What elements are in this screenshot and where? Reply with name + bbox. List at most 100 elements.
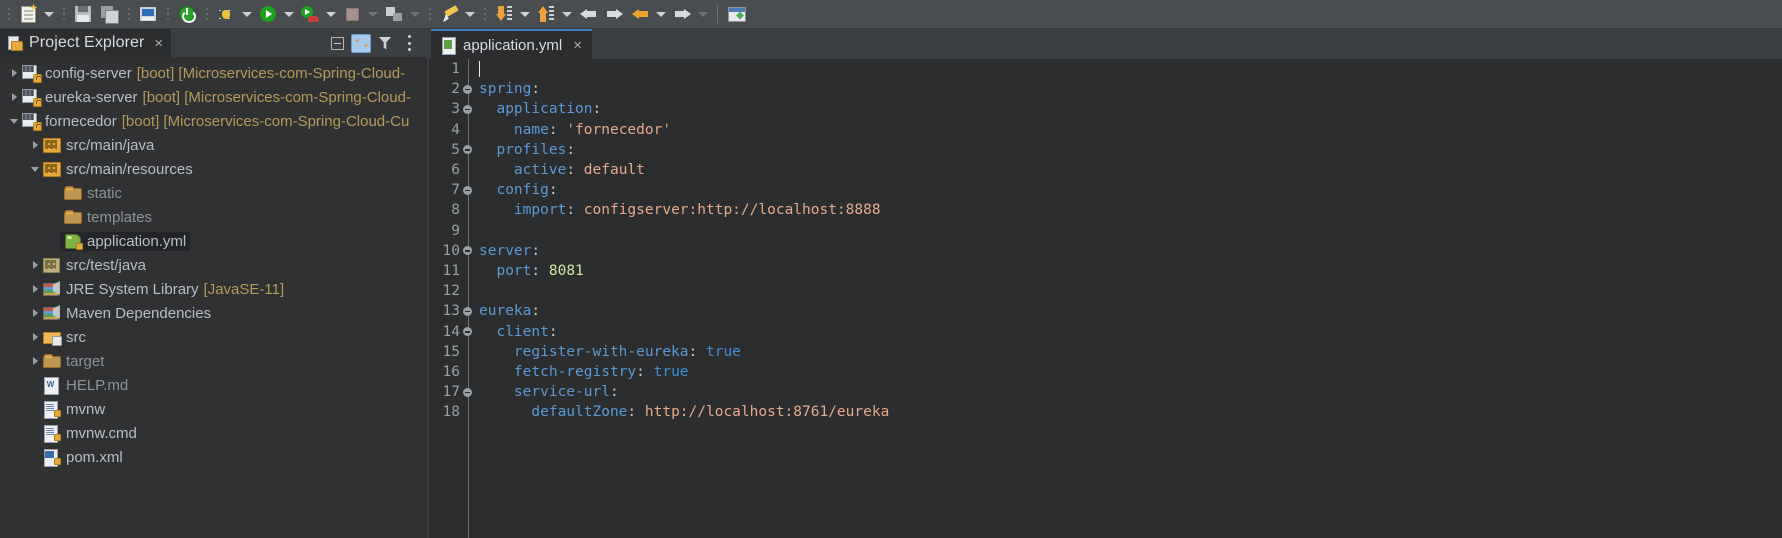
tree-item-jre-system-library[interactable]: JRE System Library [JavaSE-11] (0, 277, 427, 301)
tree-item-src-test-java[interactable]: src/test/java (0, 253, 427, 277)
fold-collapse-icon[interactable] (461, 104, 473, 114)
tree-item-application-yml[interactable]: application.yml (0, 229, 427, 253)
line-number: 12 (442, 283, 460, 300)
tree-item-static[interactable]: static (0, 181, 427, 205)
fold-collapse-icon[interactable] (461, 145, 473, 155)
line-number: 4 (451, 121, 460, 138)
twisty-closed-icon[interactable] (27, 261, 43, 269)
link-with-editor-button[interactable] (351, 33, 371, 53)
code-line[interactable]: 9 (429, 221, 1782, 241)
code-line[interactable]: 3 application: (429, 99, 1782, 119)
tree-item-src-main-java[interactable]: src/main/java (0, 133, 427, 157)
previous-annotation-button[interactable] (533, 2, 559, 26)
code-line[interactable]: 6 active: default (429, 160, 1782, 180)
twisty-closed-icon[interactable] (27, 285, 43, 293)
code-line[interactable]: 5 profiles: (429, 140, 1782, 160)
back-button[interactable] (575, 2, 601, 26)
tree-item-pom-xml[interactable]: pom.xml (0, 445, 427, 469)
terminate-button[interactable] (174, 2, 200, 26)
fold-collapse-icon[interactable] (461, 387, 473, 397)
tree-item-config-server[interactable]: config-server [boot] [Microservices-com-S… (0, 61, 427, 85)
edit-button[interactable] (436, 2, 462, 26)
twisty-closed-icon[interactable] (6, 69, 22, 77)
tree-item-content: mvnw (43, 401, 105, 419)
forward-button[interactable] (601, 2, 627, 26)
debug-dropdown[interactable] (239, 2, 255, 26)
tree-item-target[interactable]: target (0, 349, 427, 373)
code-line[interactable]: 8 import: configserver:http://localhost:… (429, 200, 1782, 220)
new-file-button[interactable] (15, 2, 41, 26)
back-history-dropdown[interactable] (653, 2, 669, 26)
tree-item-src[interactable]: src (0, 325, 427, 349)
code-line[interactable]: 13 eureka: (429, 301, 1782, 321)
tree-item-mvnw[interactable]: mvnw (0, 397, 427, 421)
code-line[interactable]: 2 spring: (429, 79, 1782, 99)
twisty-closed-icon[interactable] (27, 141, 43, 149)
project-tree[interactable]: config-server [boot] [Microservices-com-S… (0, 57, 427, 469)
print-button[interactable] (135, 2, 161, 26)
code-editor[interactable]: 1 2 spring: 3 application: 4 name: 'forneced… (429, 59, 1782, 538)
tree-item-content: application.yml (60, 231, 191, 251)
project-explorer-tab[interactable]: Project Explorer × (0, 29, 172, 57)
twisty-open-icon[interactable] (27, 167, 43, 172)
run-external-dropdown[interactable] (323, 2, 339, 26)
view-menu-button[interactable] (399, 33, 419, 53)
code-line[interactable]: 17 service-url: (429, 382, 1782, 402)
run-button[interactable] (255, 2, 281, 26)
fold-collapse-icon[interactable] (461, 327, 473, 337)
code-line[interactable]: 1 (429, 59, 1782, 79)
twisty-closed-icon[interactable] (27, 333, 43, 341)
twisty-closed-icon[interactable] (27, 357, 43, 365)
back-history-button[interactable] (627, 2, 653, 26)
run-external-tools-button[interactable] (297, 2, 323, 26)
tree-item-templates[interactable]: templates (0, 205, 427, 229)
code-line[interactable]: 15 register-with-eureka: true (429, 342, 1782, 362)
code-line[interactable]: 11 port: 8081 (429, 261, 1782, 281)
previous-annotation-dropdown[interactable] (559, 2, 575, 26)
run-dropdown[interactable] (281, 2, 297, 26)
spring-boot-project-icon (22, 113, 42, 131)
save-all-button[interactable] (96, 2, 122, 26)
fold-collapse-icon[interactable] (461, 185, 473, 195)
edit-dropdown[interactable] (462, 2, 478, 26)
tree-item-eureka-server[interactable]: eureka-server [boot] [Microservices-com-S… (0, 85, 427, 109)
tree-item-fornecedor[interactable]: fornecedor [boot] [Microservices-com-Spri… (0, 109, 427, 133)
view-menu-filter-button[interactable] (375, 33, 395, 53)
code-line[interactable]: 7 config: (429, 180, 1782, 200)
tree-item-src-main-resources[interactable]: src/main/resources (0, 157, 427, 181)
tree-item-meta: [boot] [Microservices-com-Spring-Cloud- (136, 64, 406, 82)
tree-item-maven-dependencies[interactable]: Maven Dependencies (0, 301, 427, 325)
tree-item-content: src (43, 329, 86, 346)
new-window-button[interactable] (381, 2, 407, 26)
code-lines[interactable]: 1 2 spring: 3 application: 4 name: 'forneced… (429, 59, 1782, 422)
debug-button[interactable] (213, 2, 239, 26)
stop-button[interactable] (339, 2, 365, 26)
code-text: port: 8081 (479, 262, 584, 279)
library-icon (43, 305, 61, 321)
code-line[interactable]: 12 (429, 281, 1782, 301)
save-button[interactable] (70, 2, 96, 26)
code-line[interactable]: 16 fetch-registry: true (429, 362, 1782, 382)
forward-history-button[interactable] (669, 2, 695, 26)
twisty-closed-icon[interactable] (27, 309, 43, 317)
next-annotation-dropdown[interactable] (517, 2, 533, 26)
code-line[interactable]: 4 name: 'fornecedor' (429, 120, 1782, 140)
fold-collapse-icon[interactable] (461, 84, 473, 94)
twisty-closed-icon[interactable] (6, 93, 22, 101)
next-annotation-button[interactable] (491, 2, 517, 26)
line-number: 16 (442, 363, 460, 380)
tree-item-help-md[interactable]: HELP.md (0, 373, 427, 397)
new-file-dropdown[interactable] (41, 2, 57, 26)
tree-item-mvnw-cmd[interactable]: mvnw.cmd (0, 421, 427, 445)
open-editor-button[interactable] (724, 2, 750, 26)
fold-collapse-icon[interactable] (461, 246, 473, 256)
twisty-open-icon[interactable] (6, 119, 22, 124)
close-icon[interactable]: × (154, 36, 163, 51)
code-line[interactable]: 14 client: (429, 321, 1782, 341)
fold-collapse-icon[interactable] (461, 306, 473, 316)
tab-application-yml[interactable]: application.yml × (431, 29, 592, 59)
code-line[interactable]: 18 defaultZone: http://localhost:8761/eu… (429, 402, 1782, 422)
code-line[interactable]: 10 server: (429, 241, 1782, 261)
close-icon[interactable]: × (573, 38, 582, 53)
collapse-all-button[interactable] (327, 33, 347, 53)
